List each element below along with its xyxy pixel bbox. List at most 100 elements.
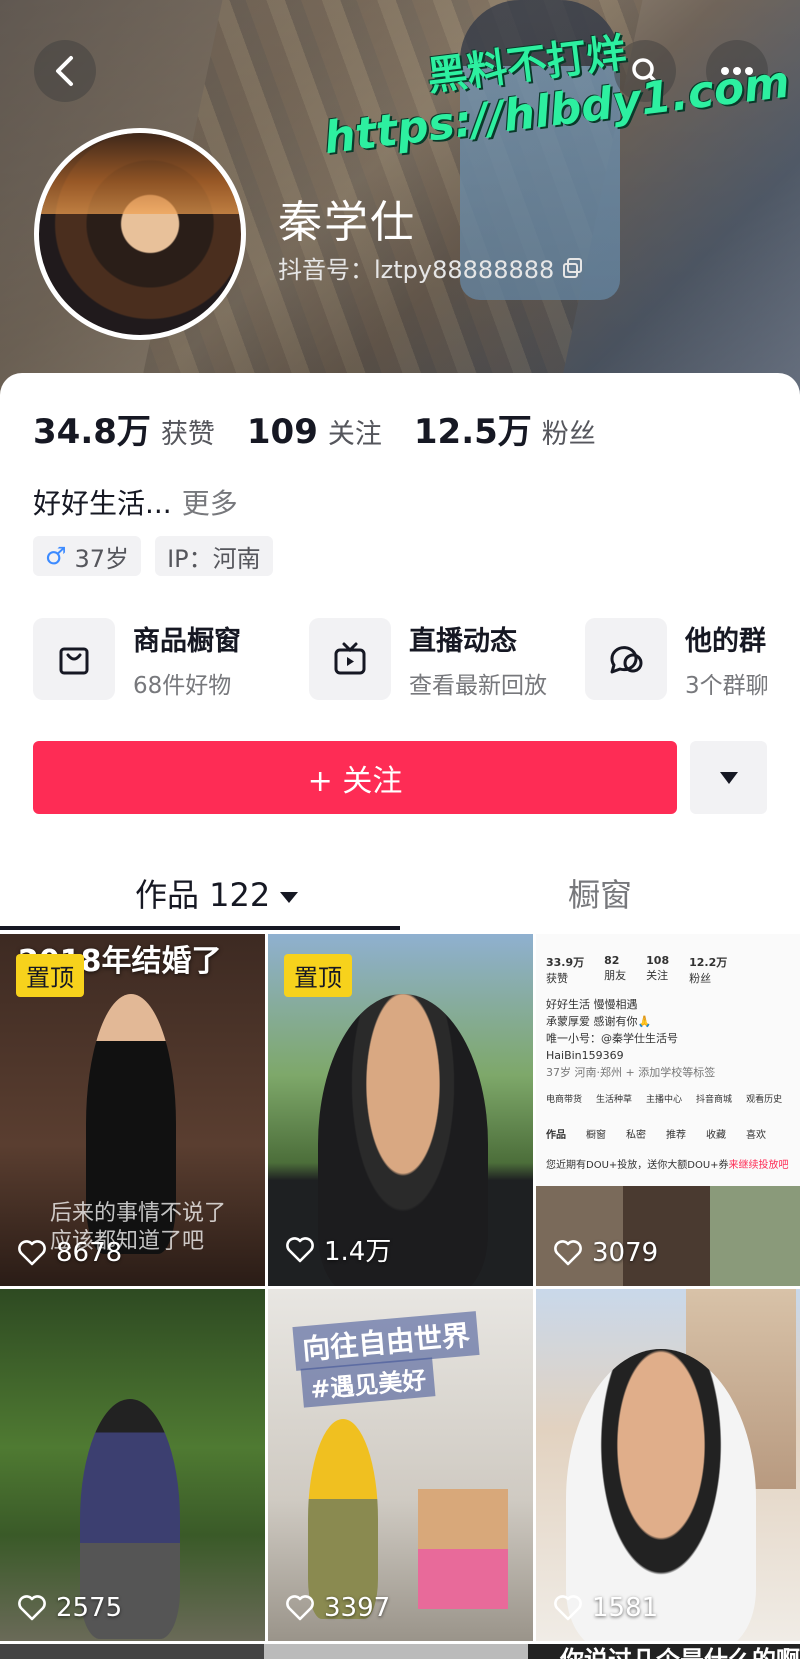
video-thumbnail[interactable]: 2018年结婚了 置顶 后来的事情不说了 应该都知道了吧 8678 [0, 934, 265, 1286]
douyin-id[interactable]: 抖音号：lztpy88888888 [278, 250, 584, 285]
like-count: 3397 [286, 1593, 390, 1623]
feature-title: 他的群 [685, 625, 766, 657]
video-thumbnail[interactable]: 向往自由世界 #遇见美好 3397 [268, 1289, 533, 1641]
mini-tab: 推荐 [666, 1130, 686, 1141]
mini-stat-value: 108 [646, 954, 670, 967]
ip-location-tag: IP：河南 [155, 536, 273, 576]
caret-down-icon [280, 891, 299, 903]
follow-button[interactable]: + 关注 [33, 741, 677, 814]
heart-icon [286, 1236, 314, 1262]
recommend-dropdown-button[interactable] [690, 741, 767, 814]
feature-subtitle: 3个群聊 [685, 672, 769, 699]
heart-icon [554, 1240, 582, 1266]
avatar-background-lights [39, 133, 241, 214]
tab-works[interactable]: 作品 122 [135, 870, 299, 916]
gender-age-tag: ♂ 37岁 [33, 536, 142, 576]
feature-title: 直播动态 [409, 625, 517, 657]
like-count: 1.4万 [286, 1231, 391, 1268]
mini-stat-value: 82 [604, 954, 620, 967]
mini-stat-label: 粉丝 [689, 972, 712, 985]
stat-label: 粉丝 [541, 419, 596, 450]
feature-subtitle: 查看最新回放 [409, 672, 547, 699]
profile-tags: ♂ 37岁 IP：河南 [33, 536, 273, 576]
mini-bio-line: 好好生活 慢慢相遇 [546, 998, 638, 1011]
mini-menu-item: 生活种草 [596, 1095, 633, 1105]
mini-thumbnails [536, 1186, 800, 1286]
mini-stat: 33.9万 获赞 [546, 954, 584, 986]
next-row-caption: 你说过几个是什么的啊 [560, 1640, 800, 1659]
active-tab-indicator [0, 926, 400, 930]
tab-works-label: 作品 122 [135, 876, 271, 914]
ip-text: IP：河南 [167, 544, 261, 573]
thumbnail-figure [308, 1419, 378, 1619]
caret-down-icon [719, 771, 738, 784]
heart-icon [18, 1595, 46, 1621]
like-count: 2575 [18, 1593, 122, 1623]
stat-likes[interactable]: 34.8万 获赞 [33, 404, 215, 453]
stats-row: 34.8万 获赞 109 关注 12.5万 粉丝 [33, 404, 596, 453]
bio: 好好生活... 更多 [33, 482, 238, 522]
stat-value: 109 [246, 412, 318, 452]
chevron-left-icon [56, 56, 73, 86]
back-button[interactable] [34, 40, 96, 102]
heart-icon [554, 1595, 582, 1621]
like-count-text: 8678 [56, 1238, 123, 1268]
stat-following[interactable]: 109 关注 [247, 412, 382, 452]
heart-icon [286, 1595, 314, 1621]
age-text: 37岁 [74, 544, 130, 573]
mini-tabs: 作品 橱窗 私密 推荐 收藏 喜欢 [546, 1126, 766, 1141]
mini-menu-item: 观看历史 [746, 1095, 783, 1105]
mini-tab: 橱窗 [586, 1130, 606, 1141]
feature-shop-window[interactable]: 商品橱窗 68件好物 [33, 618, 281, 700]
like-count: 8678 [18, 1238, 122, 1268]
mini-tab: 收藏 [706, 1130, 726, 1141]
shopping-bag-icon [33, 618, 115, 700]
mini-bio-line: 37岁 河南·郑州 + 添加学校等标签 [546, 1066, 716, 1079]
mini-stat: 108 关注 [646, 954, 669, 986]
video-thumbnail[interactable]: 1581 [536, 1289, 800, 1641]
content-tabs: 作品 122 橱窗 [0, 860, 800, 930]
like-count-text: 1.4万 [324, 1237, 392, 1267]
like-count: 3079 [554, 1238, 658, 1268]
mini-menu-item: 电商带货 [546, 1095, 583, 1105]
pinned-badge: 置顶 [16, 954, 84, 997]
mini-bio-line: 唯一小号：@秦学仕生活号 [546, 1032, 678, 1045]
mini-stat-label: 朋友 [604, 969, 627, 982]
mini-stat: 12.2万粉丝 [689, 954, 727, 986]
copy-icon[interactable] [562, 257, 584, 279]
pinned-badge: 置顶 [284, 954, 352, 997]
like-count-text: 3079 [592, 1238, 659, 1268]
feature-subtitle: 68件好物 [133, 672, 232, 699]
mini-bio-line: HaiBin159369 [546, 1049, 624, 1062]
mini-stat: 82 朋友 [604, 954, 626, 986]
like-count-text: 1581 [592, 1593, 659, 1623]
stat-value: 34.8万 [33, 412, 151, 452]
like-count-text: 2575 [56, 1593, 123, 1623]
mini-tab: 私密 [626, 1130, 646, 1141]
feature-groups[interactable]: 他的群 3个群聊 [585, 618, 800, 700]
bio-more-link[interactable]: 更多 [182, 487, 238, 520]
video-thumbnail[interactable]: 33.9万 获赞 82 朋友 108 关注 12.2万粉丝 好好生活 慢慢相遇 承蒙厚… [536, 934, 800, 1286]
mini-stat-value: 12.2万 [689, 956, 728, 969]
stat-label: 获赞 [160, 419, 215, 450]
video-thumbnail[interactable]: 2575 [0, 1289, 265, 1641]
heart-icon [18, 1240, 46, 1266]
bio-text: 好好生活... [33, 487, 172, 520]
tv-icon [309, 618, 391, 700]
mini-notice-text: 您近期有DOU+投放，送你大额DOU+券 [546, 1160, 729, 1171]
boxes [418, 1489, 508, 1609]
feature-title: 商品橱窗 [133, 625, 241, 657]
mini-stat-label: 关注 [646, 969, 669, 982]
stat-label: 关注 [327, 419, 382, 450]
feature-live[interactable]: 直播动态 查看最新回放 [309, 618, 557, 700]
mini-bio-line: 承蒙厚爱 感谢有你🙏 [546, 1015, 652, 1028]
chat-bubbles-icon [585, 618, 667, 700]
avatar[interactable] [34, 128, 246, 340]
stat-followers[interactable]: 12.5万 粉丝 [414, 404, 596, 453]
feature-entries: 商品橱窗 68件好物 直播动态 查看最新回放 他的群 3个群聊 [33, 618, 800, 700]
mini-stat-value: 33.9万 [546, 956, 585, 969]
video-thumbnail[interactable]: 置顶 1.4万 [268, 934, 533, 1286]
tab-window[interactable]: 橱窗 [568, 870, 632, 916]
mini-tab: 喜欢 [746, 1130, 766, 1141]
mini-menu-item: 抖音商城 [696, 1095, 733, 1105]
